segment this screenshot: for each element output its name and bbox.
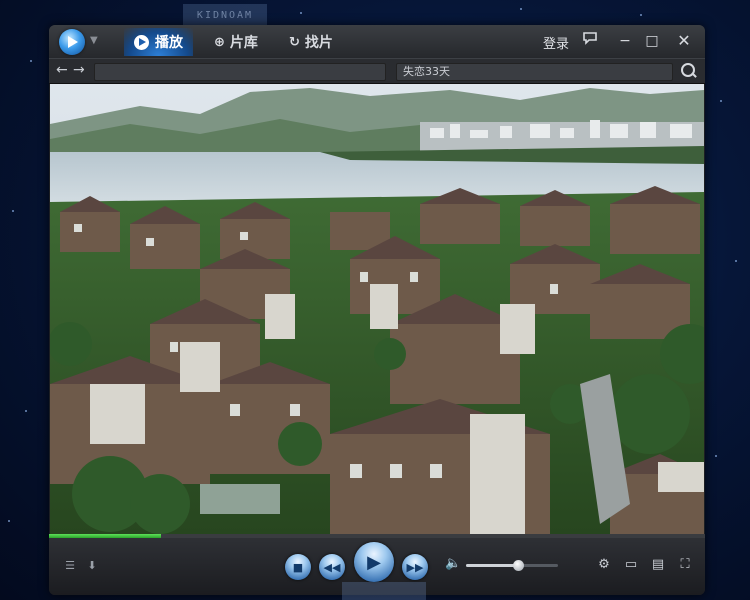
gear-icon[interactable]: ⚙ [595, 556, 613, 574]
playlist-icon[interactable]: ☰ [62, 558, 78, 574]
bottom-logo-watermark [342, 582, 426, 600]
title-bar: ▼ 播放 ⊕ 片库 ↻ 找片 登录 − □ ✕ [49, 25, 705, 58]
login-link[interactable]: 登录 [543, 33, 569, 52]
speaker-icon[interactable]: 🔈 [445, 556, 461, 571]
skip-forward-icon: ▶▶ [406, 560, 424, 574]
app-logo-icon[interactable] [59, 29, 85, 55]
video-player-window: ▼ 播放 ⊕ 片库 ↻ 找片 登录 − □ ✕ ← → 失恋33天 ☰ ⬇ ■ … [49, 25, 705, 595]
tab-find[interactable]: ↻ 找片 [289, 28, 333, 56]
chat-bubble-icon[interactable] [579, 31, 601, 51]
tab-library-label: 片库 [229, 35, 258, 51]
tab-find-label: 找片 [304, 35, 333, 51]
next-button[interactable]: ▶▶ [402, 554, 428, 580]
maximize-button[interactable]: □ [641, 31, 663, 51]
download-icon[interactable]: ⬇ [84, 558, 100, 574]
previous-button[interactable]: ◀◀ [319, 554, 345, 580]
skip-back-icon: ◀◀ [323, 560, 341, 574]
search-icon[interactable] [678, 61, 698, 81]
volume-knob[interactable] [513, 560, 525, 571]
folder-icon[interactable]: ▭ [622, 556, 640, 574]
watermark: KIDNOAM [183, 4, 267, 26]
tab-play[interactable]: 播放 [124, 28, 193, 56]
volume-slider[interactable] [466, 560, 558, 571]
search-input[interactable]: 失恋33天 [396, 63, 673, 81]
minimize-button[interactable]: − [614, 31, 636, 51]
back-arrow-icon[interactable]: ← [56, 62, 68, 78]
search-circle-icon: ↻ [289, 34, 300, 50]
volume-level [466, 564, 519, 567]
video-scene-image [50, 84, 704, 534]
tab-play-label: 播放 [155, 35, 183, 51]
stop-icon: ■ [292, 560, 304, 574]
play-button[interactable]: ▶ [354, 542, 394, 582]
tab-library[interactable]: ⊕ 片库 [214, 28, 258, 56]
play-circle-icon [134, 34, 149, 50]
fullscreen-icon[interactable]: ⛶ [676, 556, 694, 574]
navigation-bar: ← → 失恋33天 [49, 58, 705, 84]
forward-arrow-icon[interactable]: → [73, 62, 85, 78]
globe-icon: ⊕ [214, 34, 225, 50]
stop-button[interactable]: ■ [285, 554, 311, 580]
menu-caret-icon[interactable]: ▼ [90, 35, 98, 46]
play-icon: ▶ [367, 551, 381, 573]
address-input[interactable] [94, 63, 386, 81]
close-button[interactable]: ✕ [673, 31, 695, 51]
video-frame[interactable] [50, 84, 704, 534]
subtitle-icon[interactable]: ▤ [649, 556, 667, 574]
